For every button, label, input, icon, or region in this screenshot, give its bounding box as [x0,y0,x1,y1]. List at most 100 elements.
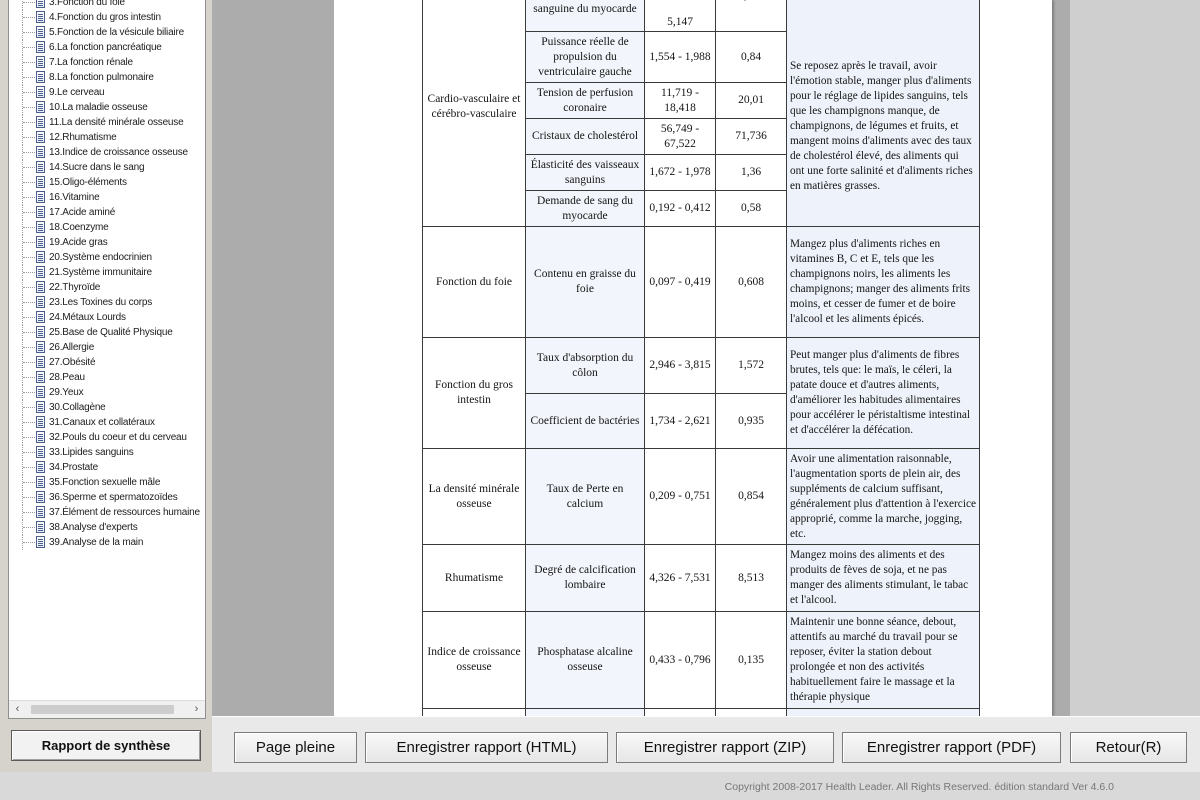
tree-item[interactable]: 37.Élément de ressources humaine [9,505,205,520]
tree-item[interactable]: 21.Système immunitaire [9,265,205,280]
value-cell: 1,572 [715,337,787,394]
tree-item[interactable]: 3.Fonction du foie [9,0,205,10]
document-icon [36,191,45,203]
back-button[interactable]: Retour(R) [1070,732,1187,763]
tree-connector-line [23,377,35,379]
tree-item[interactable]: 36.Sperme et spermatozoïdes [9,490,205,505]
advice-cell: Avoir une alimentation raisonnable, l'au… [786,448,980,545]
range-cell: 1,554 - 1,988 [644,31,716,83]
tree-item[interactable]: 28.Peau [9,370,205,385]
indicator-cell: Tension de perfusion coronaire [525,82,645,119]
tree-item[interactable]: 25.Base de Qualité Physique [9,325,205,340]
document-icon [36,311,45,323]
tree-item[interactable]: 16.Vitamine [9,190,205,205]
tree-item[interactable]: 17.Acide aminé [9,205,205,220]
tree-item[interactable]: 34.Prostate [9,460,205,475]
range-cell: 11,719 - 18,418 [644,82,716,119]
report-tree-panel[interactable]: 3.Fonction du foie 4.Fonction du gros int… [8,0,206,719]
tree-item-label: 14.Sucre dans le sang [49,162,145,173]
empty-cell [786,708,980,716]
tree-item-label: 26.Allergie [49,342,95,353]
tree-item[interactable]: 6.La fonction pancréatique [9,40,205,55]
tree-connector-line [23,302,35,304]
document-icon [36,11,45,23]
document-icon [36,341,45,353]
tree-item[interactable]: 31.Canaux et collatéraux [9,415,205,430]
document-icon [36,326,45,338]
tree-horizontal-scrollbar[interactable]: ‹ › [9,700,205,718]
document-icon [36,131,45,143]
tree-item[interactable]: 26.Allergie [9,340,205,355]
tree-item-label: 33.Lipides sanguins [49,447,134,458]
advice-cell: Mangez plus d'aliments riches en vitamin… [786,226,980,338]
report-viewer[interactable]: Cardio-vasculaire et cérébro-vasculaire … [212,0,1070,716]
tree-item[interactable]: 7.La fonction rénale [9,55,205,70]
tree-connector-line [23,407,35,409]
document-icon [36,206,45,218]
advice-cell: Mangez moins des aliments et des produit… [786,544,980,612]
tree-item[interactable]: 27.Obésité [9,355,205,370]
tree-item[interactable]: 4.Fonction du gros intestin [9,10,205,25]
tree-item[interactable]: 35.Fonction sexuelle mâle [9,475,205,490]
value-cell: 4,146 [715,0,787,32]
scroll-left-icon[interactable]: ‹ [9,701,26,718]
range-cell: 1,672 - 1,978 [644,154,716,191]
range-cell: 0,097 - 0,419 [644,226,716,338]
tree-connector-line [23,77,35,79]
tree-connector-line [23,212,35,214]
save-html-button[interactable]: Enregistrer rapport (HTML) [365,732,608,763]
empty-cell [715,708,787,716]
tree-item[interactable]: 30.Collagène [9,400,205,415]
value-cell: 0,935 [715,393,787,449]
tree-connector-line [23,437,35,439]
advice-cell: Se reposez après le travail, avoir l'émo… [786,0,980,227]
tree-item[interactable]: 20.Système endocrinien [9,250,205,265]
tree-item-label: 17.Acide aminé [49,207,116,218]
indicator-cell: Puissance réelle de propulsion du ventri… [525,31,645,83]
tree-item[interactable]: 33.Lipides sanguins [9,445,205,460]
category-cell: Fonction du foie [422,226,526,338]
indicator-cell: Contenu en graisse du foie [525,226,645,338]
tree-item[interactable]: 13.Indice de croissance osseuse [9,145,205,160]
tree-item[interactable]: 5.Fonction de la vésicule biliaire [9,25,205,40]
tree-item[interactable]: 8.La fonction pulmonaire [9,70,205,85]
tree-item[interactable]: 24.Métaux Lourds [9,310,205,325]
document-icon [36,371,45,383]
tree-item[interactable]: 38.Analyse d'experts [9,520,205,535]
indicator-cell: sanguine du myocarde [525,0,645,32]
document-icon [36,86,45,98]
document-icon [36,176,45,188]
tree-item[interactable]: 9.Le cerveau [9,85,205,100]
save-pdf-button[interactable]: Enregistrer rapport (PDF) [842,732,1061,763]
tree-item[interactable]: 11.La densité minérale osseuse [9,115,205,130]
tree-item[interactable]: 14.Sucre dans le sang [9,160,205,175]
tree-item[interactable]: 12.Rhumatisme [9,130,205,145]
document-icon [36,236,45,248]
range-cell: 0,433 - 0,796 [644,611,716,709]
tree-item[interactable]: 10.La maladie osseuse [9,100,205,115]
scroll-right-icon[interactable]: › [188,701,205,718]
summary-report-button[interactable]: Rapport de synthèse [11,730,201,761]
tree-item[interactable]: 32.Pouls du coeur et du cerveau [9,430,205,445]
full-page-button[interactable]: Page pleine [234,732,357,763]
tree-item[interactable]: 22.Thyroïde [9,280,205,295]
tree-item[interactable]: 39.Analyse de la main [9,535,205,550]
document-icon [36,431,45,443]
tree-item[interactable]: 15.Oligo-éléments [9,175,205,190]
document-icon [36,0,45,8]
indicator-cell: Élasticité des vaisseaux sanguins [525,154,645,191]
indicator-cell: Phosphatase alcaline osseuse [525,611,645,709]
table-row [422,708,980,716]
scrollbar-thumb[interactable] [31,705,174,714]
tree-item[interactable]: 29.Yeux [9,385,205,400]
tree-connector-line [23,197,35,199]
tree-item[interactable]: 19.Acide gras [9,235,205,250]
tree-item[interactable]: 18.Coenzyme [9,220,205,235]
document-icon [36,26,45,38]
tree-connector-line [23,227,35,229]
tree-item-label: 18.Coenzyme [49,222,109,233]
save-zip-button[interactable]: Enregistrer rapport (ZIP) [616,732,834,763]
tree-item[interactable]: 23.Les Toxines du corps [9,295,205,310]
value-cell: 0,608 [715,226,787,338]
tree-item-label: 9.Le cerveau [49,87,105,98]
